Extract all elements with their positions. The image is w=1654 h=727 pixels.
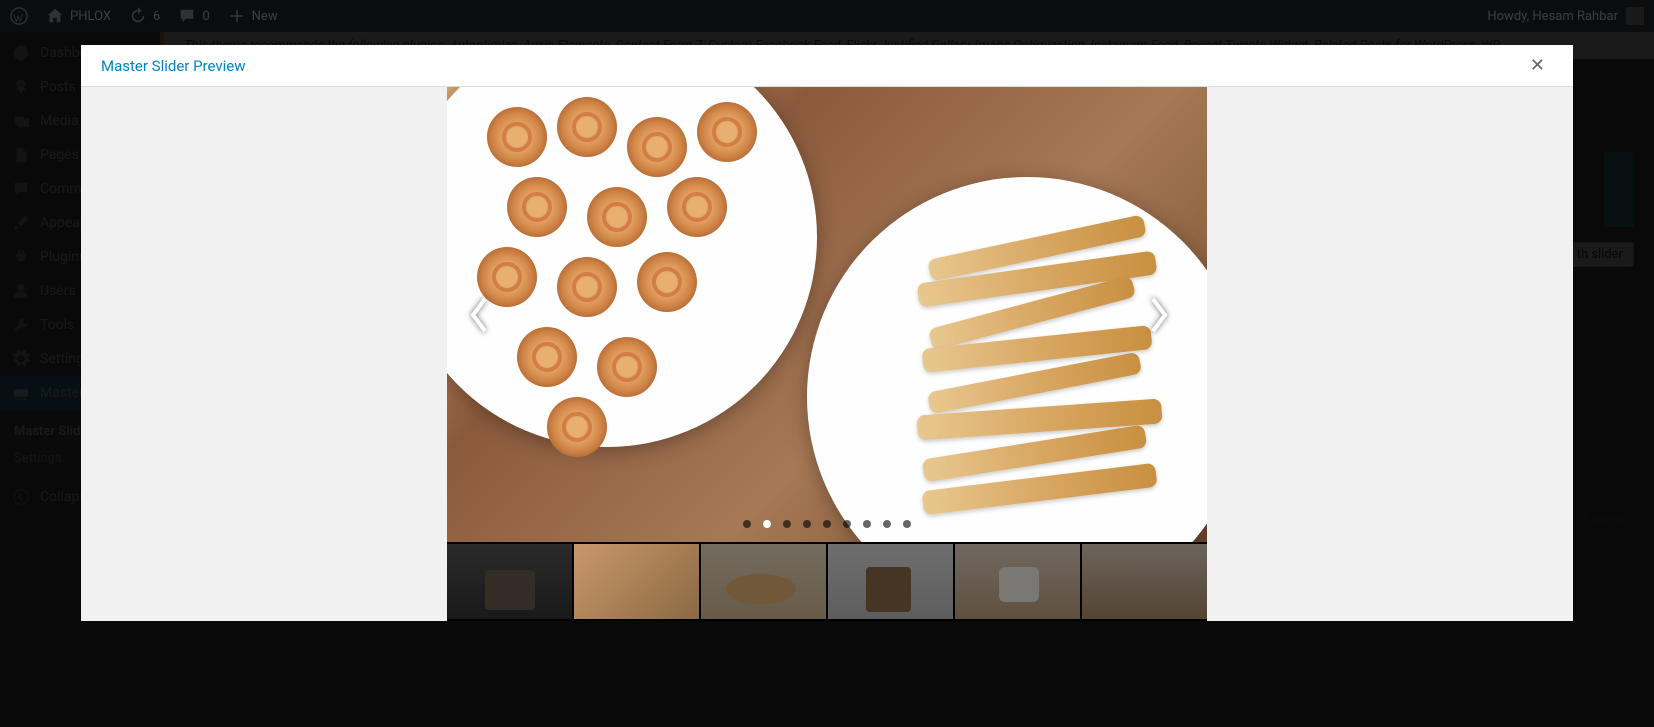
slider-thumb-1[interactable] <box>574 544 699 619</box>
slider-bullet-7[interactable] <box>883 520 891 528</box>
slider-thumbnails <box>447 542 1207 621</box>
slider-bullet-1[interactable] <box>763 520 771 528</box>
slider-next-button[interactable] <box>1147 295 1187 335</box>
slider-bullet-5[interactable] <box>843 520 851 528</box>
close-icon: ✕ <box>1530 55 1545 76</box>
chevron-right-icon <box>1147 295 1171 335</box>
slider-bullet-3[interactable] <box>803 520 811 528</box>
modal-title: Master Slider Preview <box>101 57 246 75</box>
slider-prev-button[interactable] <box>467 295 507 335</box>
preview-modal: Master Slider Preview ✕ <box>81 45 1573 621</box>
slider-bullet-8[interactable] <box>903 520 911 528</box>
slider-main-view <box>447 87 1207 542</box>
slider-bullet-0[interactable] <box>743 520 751 528</box>
slider-thumb-3[interactable] <box>828 544 953 619</box>
modal-header: Master Slider Preview ✕ <box>81 45 1573 87</box>
slider-thumb-2[interactable] <box>701 544 826 619</box>
slider-bullets <box>743 520 911 528</box>
chevron-left-icon <box>467 295 491 335</box>
slider-bullet-4[interactable] <box>823 520 831 528</box>
slider-bullet-2[interactable] <box>783 520 791 528</box>
close-button[interactable]: ✕ <box>1522 51 1553 80</box>
slider-thumb-0[interactable] <box>447 544 572 619</box>
slider-bullet-6[interactable] <box>863 520 871 528</box>
slider-thumb-5[interactable] <box>1082 544 1207 619</box>
food-decoration <box>447 87 1207 542</box>
modal-overlay: Master Slider Preview ✕ <box>0 0 1654 727</box>
slider-thumb-4[interactable] <box>955 544 1080 619</box>
slider-container <box>447 87 1207 621</box>
modal-body <box>81 87 1573 621</box>
